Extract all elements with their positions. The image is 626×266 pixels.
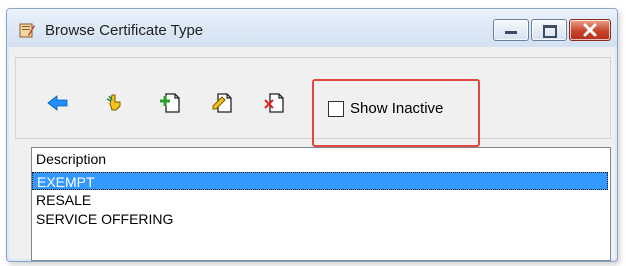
title-bar[interactable]: Browse Certificate Type [7, 9, 617, 47]
arrow-left-icon [47, 95, 68, 111]
minimize-button[interactable] [493, 19, 529, 41]
page-add-icon [160, 93, 180, 113]
checkbox-square[interactable] [328, 101, 344, 117]
toolbar: Show Inactive [15, 57, 611, 147]
list-item-label: EXEMPT [37, 174, 95, 190]
edit-button[interactable] [210, 92, 234, 114]
list-item[interactable]: EXEMPT [32, 172, 608, 190]
minimize-icon [505, 31, 517, 34]
delete-button[interactable] [262, 92, 286, 114]
close-button[interactable] [569, 19, 611, 41]
page-delete-icon [264, 93, 284, 113]
certificate-type-list: Description EXEMPT RESALE SERVICE OFFERI… [31, 147, 611, 261]
add-button[interactable] [158, 92, 182, 114]
finger-select-icon [106, 94, 121, 111]
window-title: Browse Certificate Type [45, 22, 204, 39]
page-edit-icon [212, 93, 232, 113]
app-icon [19, 23, 35, 38]
maximize-icon [543, 25, 557, 38]
list-item[interactable]: RESALE [32, 191, 608, 209]
close-icon [583, 23, 597, 37]
column-header-description[interactable]: Description [36, 151, 106, 167]
list-item[interactable]: SERVICE OFFERING [32, 210, 608, 228]
maximize-button[interactable] [531, 19, 567, 41]
browse-certificate-type-window: Browse Certificate Type Show Inactive De… [6, 8, 618, 262]
list-item-label: SERVICE OFFERING [36, 211, 174, 227]
select-button[interactable] [104, 92, 128, 114]
show-inactive-label[interactable]: Show Inactive [350, 100, 443, 117]
list-item-label: RESALE [36, 192, 92, 208]
back-button[interactable] [46, 92, 70, 114]
